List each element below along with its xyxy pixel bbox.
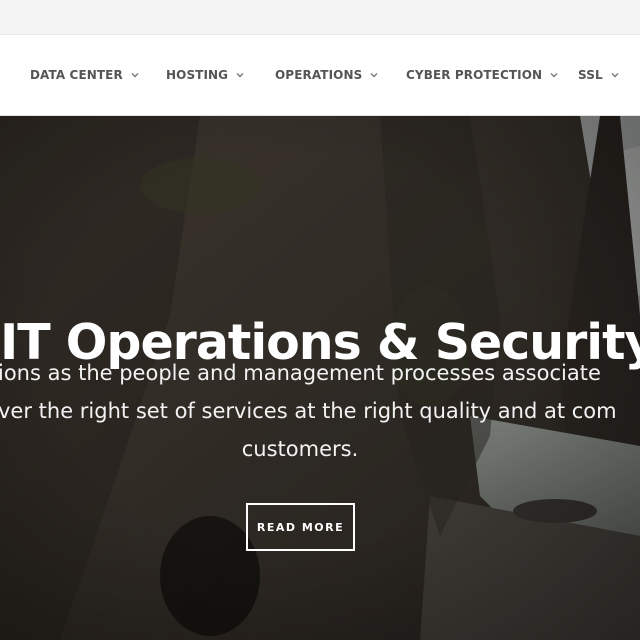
browser-top-strip <box>0 0 640 35</box>
nav-item-label: SSL <box>578 68 603 82</box>
hero-description-line-3: customers. <box>241 437 359 461</box>
chevron-down-icon <box>370 73 378 78</box>
main-navigation: DATA CENTER HOSTING OPERATIONS CYBER PRO… <box>0 35 640 116</box>
chevron-down-icon <box>611 73 619 78</box>
chevron-down-icon <box>236 73 244 78</box>
read-more-button[interactable]: READ MORE <box>246 503 355 551</box>
chevron-down-icon <box>131 73 139 78</box>
nav-item-label: OPERATIONS <box>275 68 363 82</box>
nav-item-label: CYBER PROTECTION <box>406 68 543 82</box>
hero-banner: IT Operations & Security ions as the peo… <box>0 116 640 640</box>
nav-item-data-center[interactable]: DATA CENTER <box>30 35 141 115</box>
hero-description-line-2: ver the right set of services at the rig… <box>0 399 617 423</box>
hero-description-line-1: ions as the people and management proces… <box>0 361 601 385</box>
chevron-down-icon <box>550 73 558 78</box>
nav-item-hosting[interactable]: HOSTING <box>166 35 246 115</box>
nav-item-cyber-protection[interactable]: CYBER PROTECTION <box>406 35 560 115</box>
nav-item-label: HOSTING <box>166 68 229 82</box>
nav-item-ssl[interactable]: SSL <box>578 35 621 115</box>
nav-item-label: DATA CENTER <box>30 68 123 82</box>
nav-item-operations[interactable]: OPERATIONS <box>275 35 380 115</box>
